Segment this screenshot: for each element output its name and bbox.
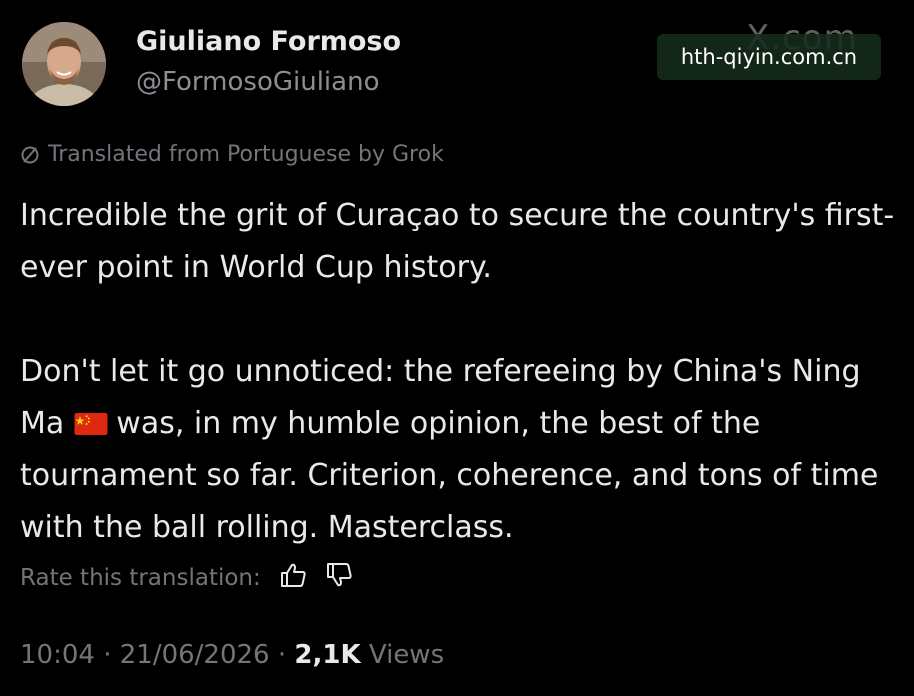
tweet-text: Incredible the grit of Curaçao to secure… (20, 190, 900, 554)
china-flag-icon (74, 413, 108, 435)
profile-photo (22, 22, 106, 106)
avatar[interactable] (22, 22, 106, 106)
tweet-date[interactable]: 21/06/2026 (120, 640, 270, 670)
tweet-meta: 10:04 · 21/06/2026 · 2,1K Views (20, 640, 444, 670)
tweet-text-after-flag: was, in my humble opinion, the best of t… (20, 406, 879, 545)
rate-translation-label: Rate this translation: (20, 565, 261, 591)
translation-note-text: Translated from Portuguese by Grok (48, 142, 444, 167)
tweet-paragraph-1: Incredible the grit of Curaçao to secure… (20, 198, 895, 285)
views-label: Views (368, 640, 445, 670)
thumbs-up-icon[interactable] (279, 562, 307, 594)
meta-separator: · (277, 640, 287, 670)
tweet-time[interactable]: 10:04 (20, 640, 95, 670)
translate-slash-icon (21, 146, 39, 163)
user-handle[interactable]: @FormosoGiuliano (136, 67, 379, 97)
views-count: 2,1K (294, 640, 361, 670)
meta-separator: · (103, 640, 112, 670)
translation-note: Translated from Portuguese by Grok (20, 142, 444, 167)
thumbs-down-icon[interactable] (325, 562, 353, 594)
watermark: hth-qiyin.com.cn (657, 34, 881, 80)
display-name[interactable]: Giuliano Formoso (136, 26, 401, 57)
rate-translation: Rate this translation: (20, 562, 353, 594)
tweet-paragraph-2: Don't let it go unnoticed: the refereein… (20, 346, 900, 554)
